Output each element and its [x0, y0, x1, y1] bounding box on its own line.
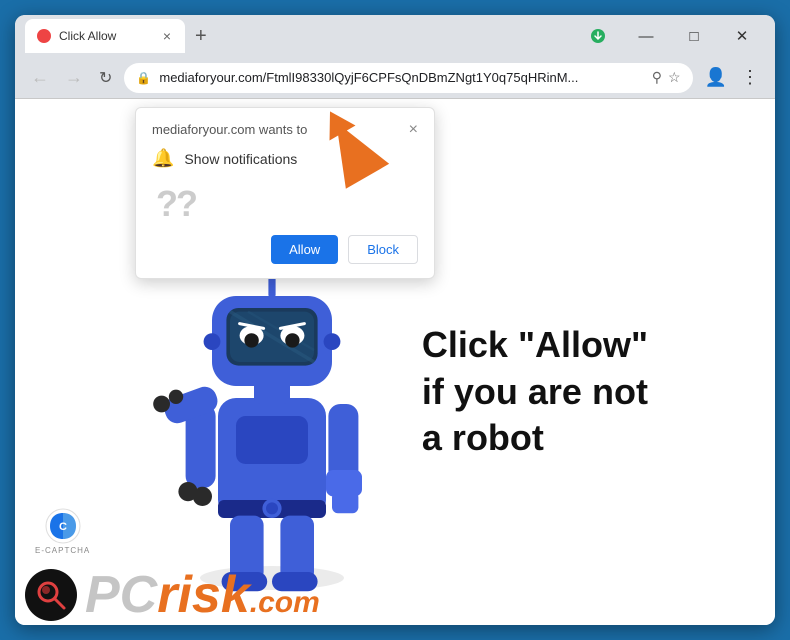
pcrisk-risk-text: risk: [157, 569, 250, 621]
pcrisk-pc-text: PC: [85, 569, 157, 621]
refresh-button[interactable]: ↻: [95, 64, 116, 92]
new-tab-button[interactable]: +: [187, 25, 215, 48]
browser-window: Click Allow × + — □ ✕ ← → ↻ 🔒 mediaforyo…: [15, 15, 775, 625]
forward-button[interactable]: →: [61, 63, 87, 92]
tab-favicon: [37, 29, 51, 43]
ecaptcha-logo: C E-CAPTCHA: [35, 508, 90, 555]
pcrisk-logo: PC risk .com: [25, 569, 320, 621]
bell-icon: 🔔: [152, 148, 174, 169]
ecaptcha-label: E-CAPTCHA: [35, 546, 90, 555]
address-bar-icons: ⚲ ☆: [652, 69, 681, 86]
pcrisk-dotcom-text: .com: [250, 588, 320, 618]
search-icon[interactable]: ⚲: [652, 69, 662, 86]
bookmark-icon[interactable]: ☆: [668, 69, 681, 86]
active-tab[interactable]: Click Allow ×: [25, 19, 185, 53]
notification-label: Show notifications: [184, 151, 297, 167]
tab-title: Click Allow: [59, 29, 153, 43]
profile-icon[interactable]: 👤: [701, 65, 731, 90]
minimize-button[interactable]: —: [623, 15, 669, 57]
window-controls: — □ ✕: [575, 15, 765, 57]
address-bar-input[interactable]: 🔒 mediaforyour.com/FtmlI98330lQyjF6CPFsQ…: [124, 63, 692, 93]
pcrisk-search-icon: [34, 578, 68, 612]
maximize-button[interactable]: □: [671, 15, 717, 57]
back-button[interactable]: ←: [27, 63, 53, 92]
more-options-icon[interactable]: ⋮: [737, 65, 763, 90]
svg-text:C: C: [59, 521, 67, 533]
main-text-line3: a robot: [422, 417, 544, 458]
popup-close-button[interactable]: ×: [409, 122, 418, 138]
pcrisk-icon: [25, 569, 77, 621]
page-text-block: Click "Allow" if you are not a robot: [422, 322, 648, 462]
arrow-pointer: [310, 101, 390, 191]
tab-close-button[interactable]: ×: [161, 26, 173, 46]
pcrisk-text: PC risk .com: [85, 569, 320, 621]
browser-menu-icons: 👤 ⋮: [701, 65, 763, 90]
notification-popup: mediaforyour.com wants to × 🔔 Show notif…: [135, 107, 435, 279]
popup-buttons: Allow Block: [152, 235, 418, 264]
tab-bar: Click Allow × +: [25, 19, 567, 53]
page-content: mediaforyour.com wants to × 🔔 Show notif…: [15, 99, 775, 625]
title-bar: Click Allow × + — □ ✕: [15, 15, 775, 57]
arrow-svg: [293, 99, 407, 205]
block-button[interactable]: Block: [348, 235, 418, 264]
lock-icon: 🔒: [136, 71, 151, 85]
main-text-line2: if you are not: [422, 371, 648, 412]
ecaptcha-icon: C: [45, 508, 81, 544]
close-button[interactable]: ✕: [719, 15, 765, 57]
allow-button[interactable]: Allow: [271, 235, 338, 264]
address-bar: ← → ↻ 🔒 mediaforyour.com/FtmlI98330lQyjF…: [15, 57, 775, 99]
address-text: mediaforyour.com/FtmlI98330lQyjF6CPFsQnD…: [159, 70, 643, 85]
download-button[interactable]: [575, 15, 621, 57]
main-text-line1: Click "Allow": [422, 324, 648, 365]
main-text: Click "Allow" if you are not a robot: [422, 322, 648, 462]
